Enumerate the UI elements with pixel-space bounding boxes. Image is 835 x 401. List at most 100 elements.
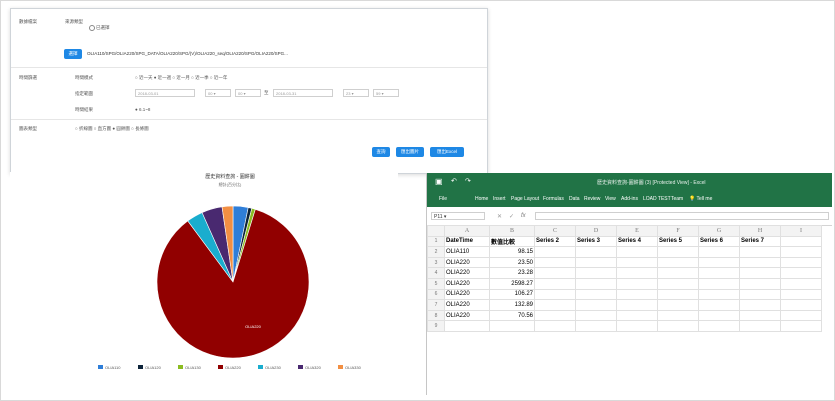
minute-from-select[interactable]: 00 ▾: [235, 89, 261, 97]
export-excel-button[interactable]: 匯出Excel: [430, 147, 464, 157]
cell[interactable]: [575, 288, 617, 301]
cell[interactable]: [780, 299, 822, 311]
legend-item-olia130[interactable]: OLIA130: [178, 365, 202, 370]
cell[interactable]: 數值比較: [489, 235, 535, 248]
cancel-icon[interactable]: ✕: [497, 213, 502, 220]
cell[interactable]: [657, 246, 699, 258]
cell[interactable]: Series 5: [657, 235, 699, 248]
cell[interactable]: [575, 277, 617, 290]
select-all-corner[interactable]: [427, 225, 445, 237]
cell[interactable]: [698, 277, 740, 290]
cell[interactable]: [534, 277, 576, 290]
confirm-icon[interactable]: ✓: [509, 213, 514, 220]
undo-icon[interactable]: ↶: [451, 177, 457, 185]
column-header[interactable]: E: [616, 225, 658, 237]
ribbon-tab-review[interactable]: Review: [584, 196, 600, 202]
hour-from-select[interactable]: 00 ▾: [205, 89, 231, 97]
ribbon-tab-addins[interactable]: Add-ins: [621, 196, 638, 202]
cell[interactable]: [780, 309, 822, 322]
ribbon-tab-view[interactable]: View: [605, 196, 616, 202]
ribbon-tab-page-layout[interactable]: Page Layout: [511, 196, 539, 202]
legend-item-olia320[interactable]: OLIA320: [298, 365, 322, 370]
cell[interactable]: 132.89: [489, 299, 535, 311]
cell[interactable]: [534, 299, 576, 311]
cell[interactable]: [534, 320, 576, 332]
legend-item-olia330[interactable]: OLIA330: [338, 365, 362, 370]
hour-to-select[interactable]: 23 ▾: [343, 89, 369, 97]
time-mode-options[interactable]: ○ 近一天 ● 近一週 ○ 近一月 ○ 近一季 ○ 近一年: [135, 75, 227, 81]
ribbon-tab-team[interactable]: Team: [671, 196, 683, 202]
cell[interactable]: [444, 320, 490, 332]
row-header[interactable]: 2: [427, 246, 445, 258]
source-type-option[interactable]: 已選擇: [89, 25, 110, 31]
cell[interactable]: DateTime: [444, 235, 490, 248]
cell[interactable]: [739, 309, 781, 322]
row-header[interactable]: 4: [427, 267, 445, 279]
date-to-input[interactable]: 2018-03-31: [273, 89, 333, 97]
ribbon-tab-file[interactable]: File: [439, 196, 447, 202]
cell[interactable]: Series 2: [534, 235, 576, 248]
name-box[interactable]: P11 ▾: [431, 212, 485, 220]
select-file-button[interactable]: 選擇: [64, 49, 82, 59]
cell[interactable]: [616, 299, 658, 311]
cell[interactable]: 2598.27: [489, 277, 535, 290]
ribbon-tab-data[interactable]: Data: [569, 196, 580, 202]
cell[interactable]: [780, 320, 822, 332]
column-header[interactable]: D: [575, 225, 617, 237]
chart-type-options[interactable]: ○ 折線圖 ○ 直方圖 ● 圓餅圖 ○ 長條圖: [75, 126, 149, 132]
cell[interactable]: Series 4: [616, 235, 658, 248]
row-header[interactable]: 1: [427, 235, 445, 248]
cell[interactable]: [616, 288, 658, 301]
cell[interactable]: [780, 288, 822, 301]
cell[interactable]: Series 7: [739, 235, 781, 248]
legend-item-olia110[interactable]: OLIA110: [98, 365, 121, 370]
row-header[interactable]: 5: [427, 277, 445, 290]
cell[interactable]: [657, 309, 699, 322]
legend-item-olia220[interactable]: OLIA220: [218, 365, 242, 370]
cell[interactable]: Series 6: [698, 235, 740, 248]
cell[interactable]: [780, 267, 822, 279]
function-icon[interactable]: fx: [521, 213, 526, 219]
cell[interactable]: [657, 277, 699, 290]
cell[interactable]: 98.15: [489, 246, 535, 258]
cell[interactable]: Series 3: [575, 235, 617, 248]
cell[interactable]: [534, 246, 576, 258]
cell[interactable]: [698, 246, 740, 258]
cell[interactable]: [616, 267, 658, 279]
cell[interactable]: OLIA220: [444, 267, 490, 279]
cell[interactable]: [698, 299, 740, 311]
column-header[interactable]: A: [444, 225, 490, 237]
legend-item-olia120[interactable]: OLIA120: [138, 365, 162, 370]
column-header[interactable]: B: [489, 225, 535, 237]
cell[interactable]: [616, 309, 658, 322]
cell[interactable]: OLIA220: [444, 288, 490, 301]
cell[interactable]: [489, 320, 535, 332]
cell[interactable]: OLIA220: [444, 256, 490, 269]
row-header[interactable]: 8: [427, 309, 445, 322]
cell[interactable]: [575, 256, 617, 269]
cell[interactable]: 23.28: [489, 267, 535, 279]
formula-input[interactable]: [535, 212, 829, 220]
cell[interactable]: [616, 277, 658, 290]
cell[interactable]: 70.56: [489, 309, 535, 322]
cell[interactable]: [739, 277, 781, 290]
cell[interactable]: [575, 309, 617, 322]
ribbon-tab-formulas[interactable]: Formulas: [543, 196, 564, 202]
cell[interactable]: [780, 256, 822, 269]
cell[interactable]: [575, 267, 617, 279]
cell[interactable]: [739, 256, 781, 269]
cell[interactable]: [534, 256, 576, 269]
ribbon-tab-insert[interactable]: Insert: [493, 196, 506, 202]
column-header[interactable]: F: [657, 225, 699, 237]
cell[interactable]: OLIA220: [444, 309, 490, 322]
cell[interactable]: [739, 267, 781, 279]
save-icon[interactable]: ▣: [435, 177, 443, 186]
ribbon-tab-load-test[interactable]: LOAD TEST: [643, 196, 671, 202]
cell[interactable]: [739, 288, 781, 301]
cell[interactable]: OLIA220: [444, 299, 490, 311]
row-header[interactable]: 3: [427, 256, 445, 269]
cell[interactable]: [616, 256, 658, 269]
export-image-button[interactable]: 匯出圖片: [396, 147, 424, 157]
cell[interactable]: [616, 320, 658, 332]
column-header[interactable]: G: [698, 225, 740, 237]
